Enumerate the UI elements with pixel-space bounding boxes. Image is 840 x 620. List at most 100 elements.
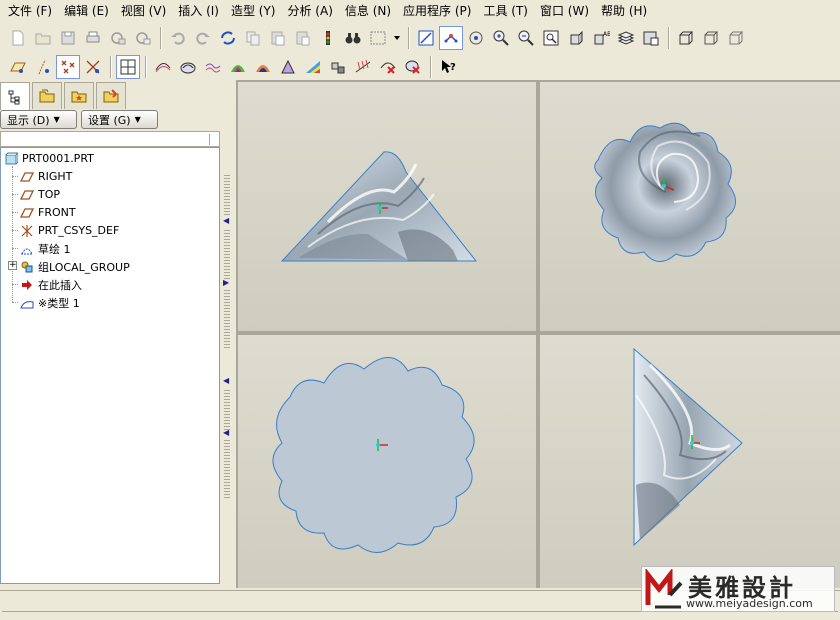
menu-info[interactable]: 信息 (N) [339,0,397,22]
context-help-button[interactable]: ? [436,55,460,79]
menu-window[interactable]: 窗口 (W) [534,0,595,22]
menu-edit[interactable]: 编辑 (E) [58,0,115,22]
cut-button[interactable] [241,26,265,50]
settings-dropdown-button[interactable]: 设置 (G) ▼ [81,110,158,129]
spin-center-button[interactable] [439,25,463,50]
menu-tools[interactable]: 工具 (T) [477,0,534,22]
tree-item-part[interactable]: PRT0001.PRT [4,150,94,167]
tab-connections[interactable] [96,82,126,109]
redo-button[interactable] [191,26,215,50]
expand-toggle[interactable]: + [8,261,17,270]
select-dropdown-button[interactable] [391,26,403,50]
curvature-analysis-button[interactable] [226,55,250,79]
viewport-front[interactable] [238,82,536,331]
orient-mode-button[interactable] [464,26,488,50]
viewport-profile[interactable] [238,335,536,588]
print-button[interactable] [81,26,105,50]
layout-view-button[interactable] [116,54,140,79]
reflection-analysis-icon [306,60,320,73]
slope-analysis-button[interactable] [276,55,300,79]
watermark-logo: 美雅設計 www.meiyadesign.com [641,566,835,612]
zoom-in-icon [493,30,509,46]
shading-button[interactable] [674,26,698,50]
profile-view-model [272,357,475,553]
reorient-button[interactable] [564,26,588,50]
menu-style[interactable]: 造型 (Y) [225,0,282,22]
csys-display-button[interactable] [81,55,105,79]
zoom-in-button[interactable] [489,26,513,50]
navigator-tabs [0,82,132,110]
collapse-arrow-icon[interactable]: ◀ [223,376,229,385]
point-display-button[interactable] [56,54,80,79]
group-icon [20,260,34,274]
delete-curve-analysis-icon [380,62,396,74]
axis-display-button[interactable] [31,55,55,79]
menu-file[interactable]: 文件 (F) [2,0,58,22]
tree-item-front-plane[interactable]: FRONT [20,204,76,221]
draft-analysis-button[interactable] [251,55,275,79]
offset-analysis-icon [205,63,221,72]
collapse-arrow-icon[interactable]: ◀ [223,216,229,225]
sketch-toggle-button[interactable] [414,26,438,50]
menu-analysis[interactable]: 分析 (A) [281,0,338,22]
tree-item-insert-here[interactable]: 在此插入 [20,276,82,293]
zoom-out-button[interactable] [514,26,538,50]
tree-column-header[interactable] [0,131,220,147]
select-box-button[interactable] [366,26,390,50]
undo-button[interactable] [166,26,190,50]
curve-analysis-button[interactable] [151,55,175,79]
new-button[interactable] [6,26,30,50]
panel-splitter[interactable]: ◀ ▶ ◀ ◀ [220,80,236,588]
tab-model-tree[interactable] [0,82,30,110]
send-mail-button[interactable] [106,26,130,50]
regenerate-button[interactable] [216,26,240,50]
datum-axis-display-icon [38,59,49,74]
menu-view[interactable]: 视图 (V) [115,0,172,22]
open-button[interactable] [31,26,55,50]
model-tree: PRT0001.PRT RIGHT TOP FRONT PRT_CSYS_DEF… [0,147,220,584]
viewport-top[interactable] [540,82,840,331]
tab-favorites[interactable] [64,82,94,109]
find-button[interactable] [341,26,365,50]
send-link-button[interactable] [131,26,155,50]
copy-icon [246,31,260,45]
section-analysis-button[interactable] [176,55,200,79]
collapse-arrow-icon[interactable]: ◀ [223,428,229,437]
saved-views-button[interactable]: AB [589,26,613,50]
expand-arrow-icon[interactable]: ▶ [223,278,229,287]
show-dropdown-button[interactable]: 显示 (D) ▼ [0,110,77,129]
tree-item-sketch[interactable]: 草绘 1 [20,240,71,257]
shade-analysis-button[interactable] [326,55,350,79]
layers-button[interactable] [614,26,638,50]
shade-analysis-icon [331,62,345,73]
paste-special-button[interactable] [291,26,315,50]
viewport-side[interactable] [540,335,840,588]
dihedral-analysis-button[interactable] [351,55,375,79]
tab-folder-browser[interactable] [32,82,62,109]
hidden-line-button[interactable] [699,26,723,50]
tree-item-style-feature[interactable]: ※类型 1 [20,294,80,311]
menu-help[interactable]: 帮助 (H) [595,0,653,22]
paste-button[interactable] [266,26,290,50]
no-hidden-button[interactable] [724,26,748,50]
refit-button[interactable] [539,26,563,50]
sketch-icon [418,30,434,45]
tree-item-csys[interactable]: PRT_CSYS_DEF [20,222,119,239]
view-manager-button[interactable] [639,26,663,50]
tree-item-top-plane[interactable]: TOP [20,186,60,203]
model-tree-button[interactable] [316,26,340,50]
menu-applications[interactable]: 应用程序 (P) [397,0,477,22]
offset-analysis-button[interactable] [201,55,225,79]
sketch-icon [20,242,34,256]
save-button[interactable] [56,26,80,50]
menu-insert[interactable]: 插入 (I) [172,0,225,22]
tree-item-local-group[interactable]: 组LOCAL_GROUP [20,258,130,275]
reflection-analysis-button[interactable] [301,55,325,79]
delete-all-surface-analysis-button[interactable] [401,55,425,79]
tree-item-label: PRT0001.PRT [22,152,94,165]
top-view-model [594,122,736,262]
tree-item-right-plane[interactable]: RIGHT [20,168,72,185]
delete-all-curve-analysis-button[interactable] [376,55,400,79]
tree-item-label: 组LOCAL_GROUP [38,260,130,274]
plane-display-button[interactable] [6,55,30,79]
